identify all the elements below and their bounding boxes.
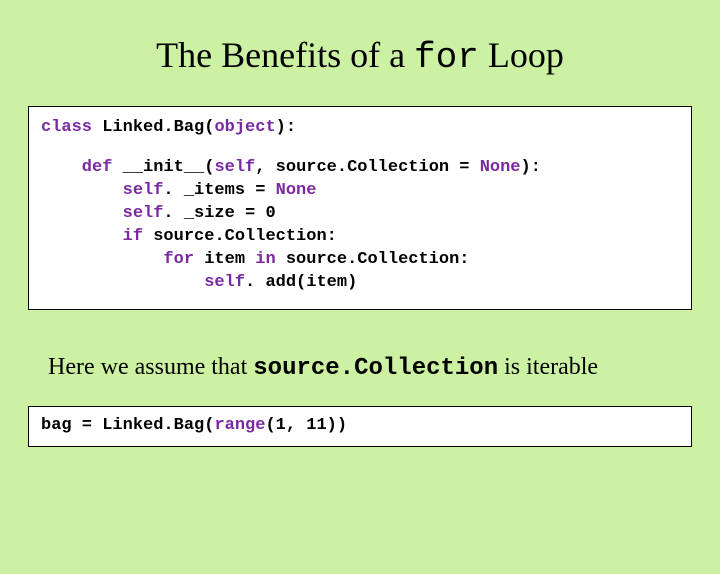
code-kw-class: class (41, 118, 92, 137)
caption-pre: Here we assume that (48, 354, 253, 380)
code-text: source.Collection: (143, 227, 337, 246)
caption-mono: source.Collection (253, 355, 498, 382)
code-text: __init__( (112, 158, 214, 177)
code-block-main: class Linked.Bag(object): def __init__(s… (28, 106, 692, 310)
code-kw-for: for (41, 250, 194, 269)
code-kw-self: self (41, 273, 245, 292)
title-post: Loop (479, 35, 564, 75)
code-kw-object: object (214, 118, 275, 137)
code-kw-self: self (41, 204, 163, 223)
code-kw-none: None (480, 158, 521, 177)
code-text: . add(item) (245, 273, 357, 292)
code-kw-range: range (214, 416, 265, 435)
code-text: bag = Linked.Bag( (41, 416, 214, 435)
caption-text: Here we assume that source.Collection is… (48, 354, 672, 382)
code-text: . _size = 0 (163, 204, 275, 223)
code-text: item (194, 250, 255, 269)
title-pre: The Benefits of a (156, 35, 414, 75)
code-kw-none: None (276, 181, 317, 200)
code-kw-self: self (41, 181, 163, 200)
code-text: Linked.Bag( (92, 118, 214, 137)
slide-title: The Benefits of a for Loop (0, 34, 720, 78)
code-text: ): (521, 158, 541, 177)
code-text: . _items = (163, 181, 275, 200)
code-kw-in: in (255, 250, 275, 269)
caption-post: is iterable (498, 354, 598, 380)
code-kw-def: def (41, 158, 112, 177)
code-text: source.Collection: (276, 250, 470, 269)
code-block-usage: bag = Linked.Bag(range(1, 11)) (28, 406, 692, 447)
code-text: , source.Collection = (255, 158, 479, 177)
code-kw-self: self (214, 158, 255, 177)
code-text: (1, 11)) (265, 416, 347, 435)
title-keyword: for (414, 37, 479, 78)
code-kw-if: if (41, 227, 143, 246)
code-text: ): (276, 118, 296, 137)
